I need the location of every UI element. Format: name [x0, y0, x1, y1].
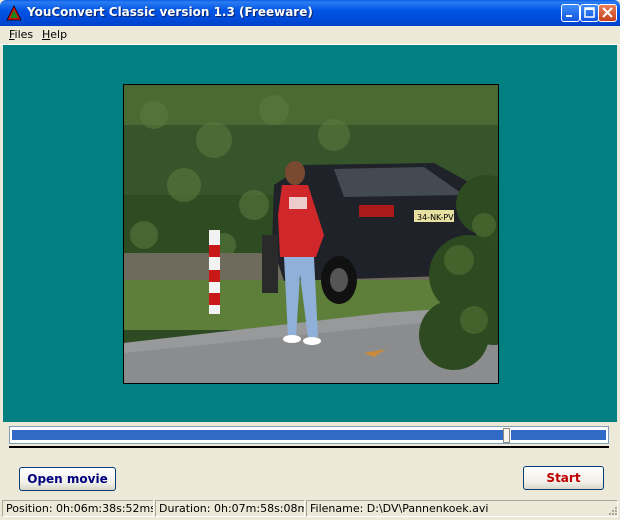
- close-icon: [602, 7, 613, 18]
- minimize-button[interactable]: [561, 4, 580, 22]
- status-position: Position: 0h:06m:38s:52ms: [2, 500, 154, 517]
- title-bar[interactable]: YouConvert Classic version 1.3 (Freeware…: [0, 0, 620, 26]
- status-filename: Filename: D:\DV\Pannenkoek.avi: [306, 500, 618, 517]
- video-area: 34-NK-PV: [3, 45, 617, 422]
- youconvert-logo-icon[interactable]: [6, 5, 22, 21]
- svg-text:34-NK-PV: 34-NK-PV: [417, 213, 454, 222]
- start-button[interactable]: Start: [523, 466, 604, 490]
- position-slider-remaining: [511, 430, 606, 440]
- maximize-icon: [584, 7, 595, 18]
- menu-files[interactable]: Files: [9, 28, 33, 41]
- menu-files-rest: iles: [14, 28, 34, 41]
- position-slider-thumb[interactable]: [503, 428, 510, 443]
- app-window: YouConvert Classic version 1.3 (Freeware…: [0, 0, 620, 520]
- status-duration: Duration: 0h:07m:58s:08ms: [155, 500, 305, 517]
- video-preview: 34-NK-PV: [123, 84, 499, 384]
- minimize-icon: [566, 15, 572, 17]
- open-movie-button[interactable]: Open movie: [19, 467, 116, 491]
- menu-help-rest: elp: [50, 28, 68, 41]
- slider-baseline: [9, 446, 609, 448]
- position-slider-panel: [3, 422, 617, 454]
- video-frame-image: 34-NK-PV: [124, 85, 498, 383]
- resize-grip-icon[interactable]: [606, 506, 618, 518]
- maximize-button[interactable]: [580, 4, 599, 22]
- close-button[interactable]: [598, 4, 617, 22]
- status-bar: Position: 0h:06m:38s:52ms Duration: 0h:0…: [0, 499, 620, 520]
- menu-help[interactable]: Help: [42, 28, 67, 41]
- position-slider-fill: [12, 430, 503, 440]
- position-slider[interactable]: [9, 426, 609, 444]
- menu-bar: Files Help: [0, 26, 620, 45]
- window-title: YouConvert Classic version 1.3 (Freeware…: [27, 5, 313, 19]
